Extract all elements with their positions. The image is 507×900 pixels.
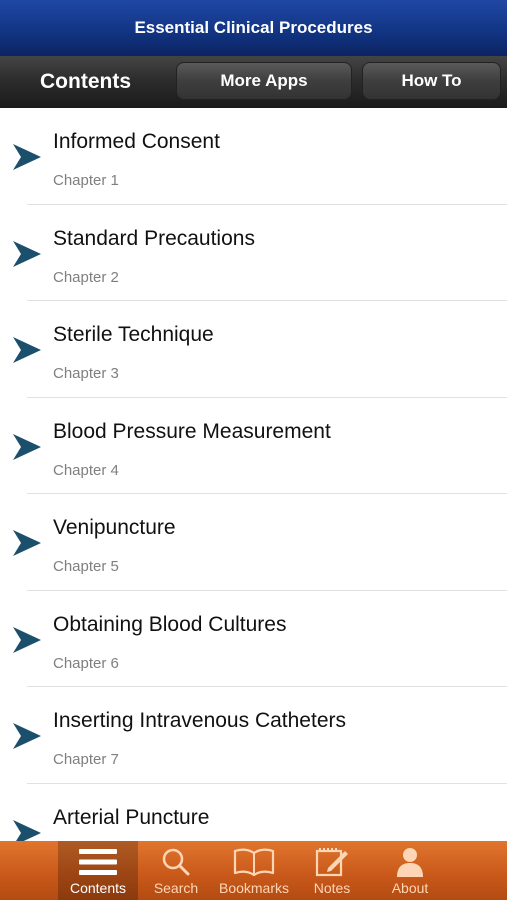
- chevron-right-icon: [13, 626, 41, 653]
- chevron-right-icon: [13, 433, 41, 460]
- chapter-subtitle: Chapter 4: [53, 461, 119, 479]
- chapter-list: Informed Consent Chapter 1 Standard Prec…: [0, 108, 507, 841]
- chapter-subtitle: Chapter 7: [53, 751, 119, 768]
- chapter-subtitle: Chapter 5: [53, 558, 119, 575]
- chevron-right-icon: [13, 240, 41, 267]
- tab-label: Search: [153, 880, 199, 896]
- chapter-row-6[interactable]: Obtaining Blood Cultures Chapter 6: [0, 591, 507, 687]
- book-icon: [233, 848, 275, 877]
- tab-label: Notes: [313, 880, 351, 896]
- chapter-title: Blood Pressure Measurement: [53, 419, 331, 443]
- chevron-right-icon: [13, 530, 41, 556]
- tab-search[interactable]: Search: [138, 841, 214, 900]
- chapter-title: Inserting Intravenous Catheters: [53, 709, 346, 732]
- chapter-title: Arterial Puncture: [53, 805, 210, 829]
- search-icon: [162, 848, 190, 876]
- chapter-row-1[interactable]: Informed Consent Chapter 1: [0, 108, 507, 205]
- app-title-bar: Essential Clinical Procedures: [0, 0, 507, 56]
- tab-label: About: [391, 880, 429, 896]
- chapter-subtitle: Chapter 2: [53, 268, 119, 286]
- chevron-right-icon: [13, 337, 41, 363]
- more-apps-button[interactable]: More Apps: [176, 62, 352, 100]
- chevron-right-icon: [13, 723, 41, 749]
- chapter-row-5[interactable]: Venipuncture Chapter 5: [0, 494, 507, 591]
- bottom-tab-bar: Contents Search Bookmarks Notes About: [0, 841, 507, 900]
- top-toolbar: Contents More Apps How To: [0, 56, 507, 108]
- chevron-right-icon: [13, 819, 41, 841]
- chapter-title: Sterile Technique: [53, 323, 214, 346]
- chapter-title: Venipuncture: [53, 516, 176, 539]
- chapter-row-4[interactable]: Blood Pressure Measurement Chapter 4: [0, 398, 507, 494]
- chapter-title: Obtaining Blood Cultures: [53, 612, 287, 636]
- chapter-subtitle: Chapter 3: [53, 365, 119, 382]
- notes-icon: [315, 848, 348, 877]
- chapter-subtitle: Chapter 1: [53, 172, 119, 189]
- tab-label: Bookmarks: [218, 880, 290, 896]
- tab-about[interactable]: About: [370, 841, 450, 900]
- person-icon: [397, 848, 423, 877]
- chevron-right-icon: [13, 144, 41, 170]
- chapter-row-7[interactable]: Inserting Intravenous Catheters Chapter …: [0, 687, 507, 784]
- tab-label: Contents: [69, 880, 127, 896]
- chapter-row-2[interactable]: Standard Precautions Chapter 2: [0, 205, 507, 301]
- contents-heading: Contents: [40, 70, 131, 93]
- tab-contents[interactable]: Contents: [58, 841, 138, 900]
- tab-notes[interactable]: Notes: [294, 841, 370, 900]
- chapter-row-3[interactable]: Sterile Technique Chapter 3: [0, 301, 507, 398]
- tab-bookmarks[interactable]: Bookmarks: [214, 841, 294, 900]
- chapter-title: Informed Consent: [53, 130, 220, 153]
- list-icon: [79, 849, 117, 875]
- chapter-title: Standard Precautions: [53, 226, 255, 250]
- how-to-button[interactable]: How To: [362, 62, 501, 100]
- app-title: Essential Clinical Procedures: [134, 18, 373, 37]
- chapter-subtitle: Chapter 6: [53, 654, 119, 672]
- chapter-row-8[interactable]: Arterial Puncture: [0, 784, 507, 841]
